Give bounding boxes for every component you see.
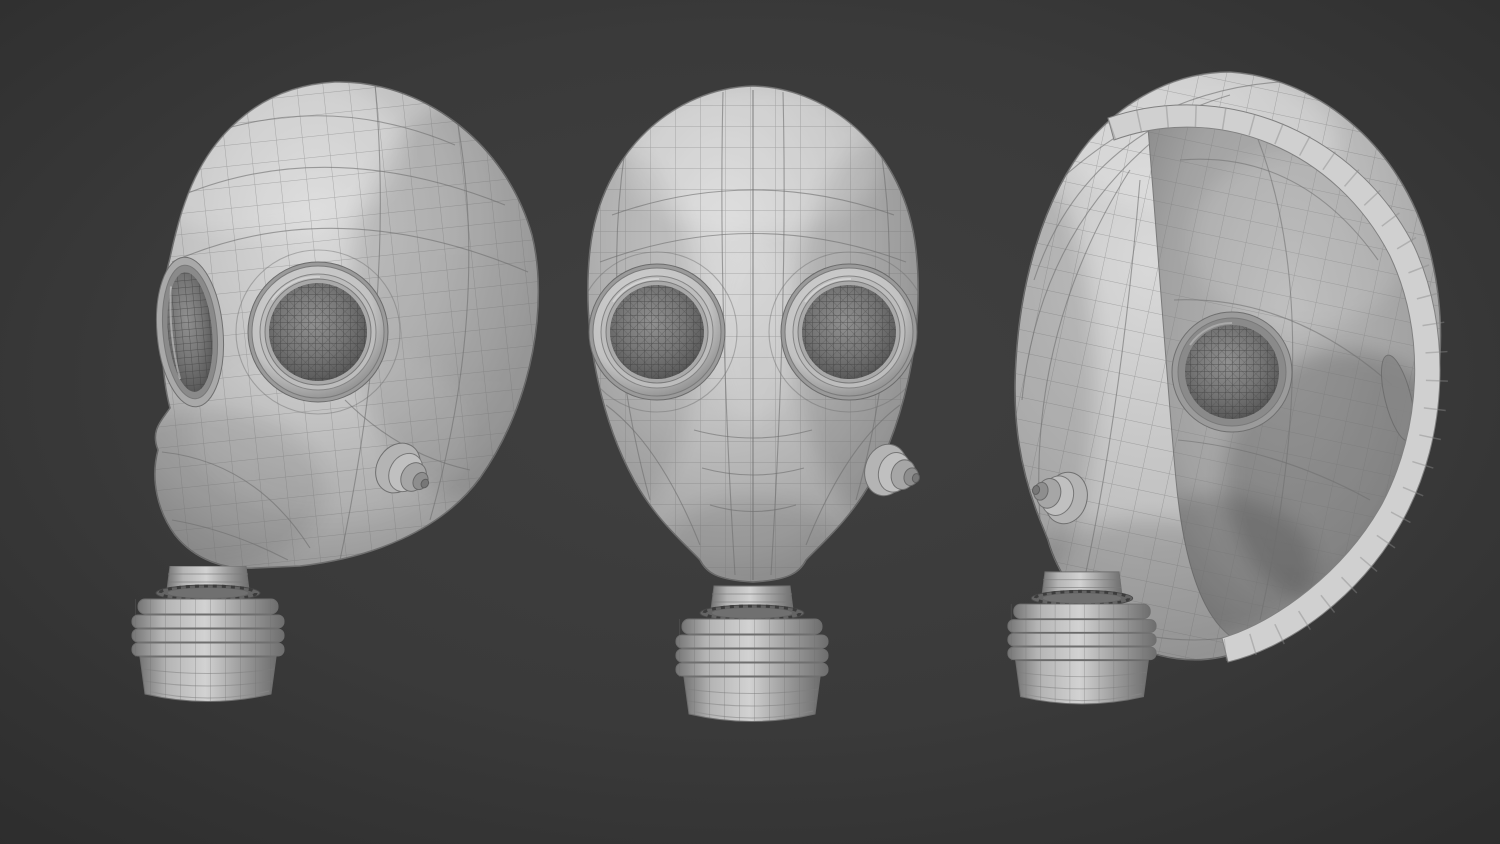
render-viewport [0, 0, 1500, 844]
eyepiece-front [247, 261, 389, 403]
render-canvas [0, 0, 1500, 844]
eyepiece-left [588, 263, 726, 401]
eyepiece-right [780, 263, 918, 401]
eyepiece-rear [1171, 311, 1293, 433]
